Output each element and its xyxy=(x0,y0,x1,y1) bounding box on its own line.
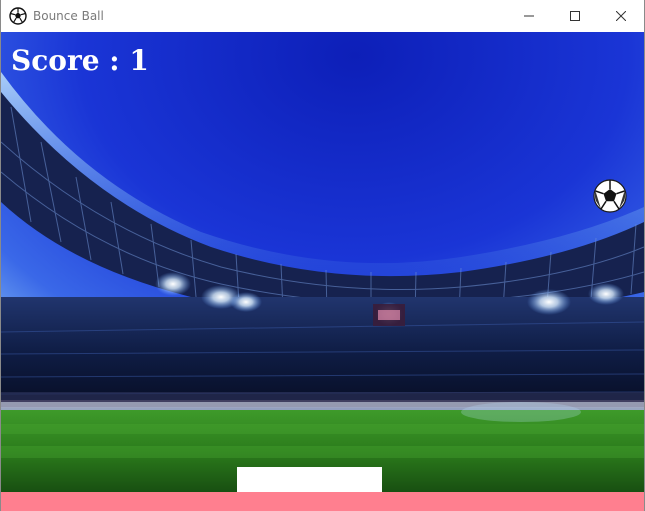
game-canvas[interactable]: Score : 1 xyxy=(1,32,644,511)
maximize-icon xyxy=(570,11,580,21)
app-window: Bounce Ball Score: 1 xyxy=(0,0,645,511)
close-icon xyxy=(616,11,626,21)
close-button[interactable] xyxy=(598,0,644,32)
window-controls xyxy=(506,0,644,32)
soccer-ball-icon xyxy=(593,179,627,213)
stadium-background xyxy=(1,32,644,511)
minimize-button[interactable] xyxy=(506,0,552,32)
title-bar[interactable]: Bounce Ball xyxy=(1,0,644,32)
floor-bar xyxy=(1,492,644,511)
window-title: Bounce Ball xyxy=(33,9,104,23)
score-label: Score : 1 xyxy=(11,44,149,77)
maximize-button[interactable] xyxy=(552,0,598,32)
soccer-ball-icon xyxy=(9,7,27,25)
paddle[interactable] xyxy=(237,467,382,492)
minimize-icon xyxy=(524,15,534,17)
